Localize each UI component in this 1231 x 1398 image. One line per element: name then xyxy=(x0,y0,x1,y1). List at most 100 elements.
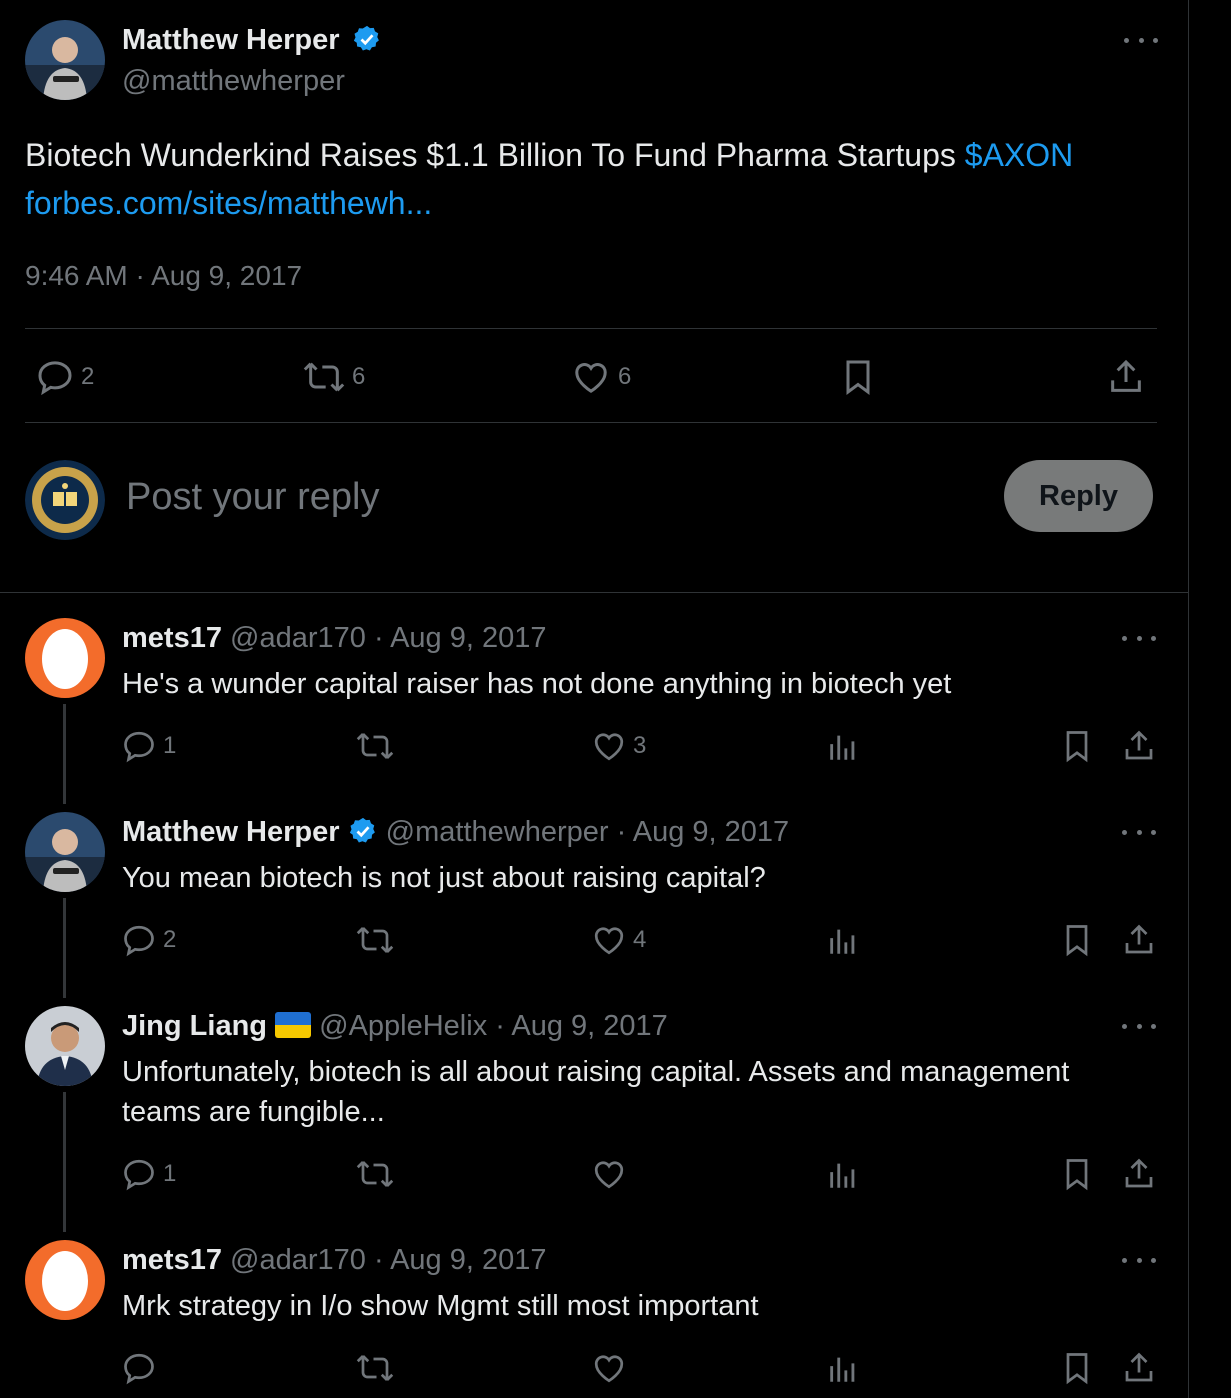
like-count: 6 xyxy=(618,363,632,390)
author-name[interactable]: Matthew Herper xyxy=(122,24,340,56)
retweet-action[interactable] xyxy=(355,728,395,764)
reply-date[interactable]: · Aug 9, 2017 xyxy=(617,816,790,848)
bookmark-action[interactable] xyxy=(1059,1156,1095,1192)
reply-count: 1 xyxy=(163,732,177,759)
views-action[interactable] xyxy=(826,730,860,764)
reply-icon xyxy=(38,361,72,396)
divider xyxy=(25,328,1157,329)
views-action[interactable] xyxy=(826,1158,860,1192)
views-action[interactable] xyxy=(826,924,860,958)
more-options-icon[interactable] xyxy=(1122,633,1156,643)
column-border xyxy=(1188,0,1189,1398)
reply-author-name[interactable]: Jing Liang xyxy=(122,1010,267,1042)
share-action[interactable] xyxy=(1121,728,1157,764)
retweet-action[interactable] xyxy=(355,922,395,958)
like-count: 4 xyxy=(633,926,647,953)
reply-author-name[interactable]: mets17 xyxy=(122,622,222,654)
thread-line xyxy=(63,1092,66,1232)
reply-avatar[interactable] xyxy=(25,1006,105,1086)
reply-count: 1 xyxy=(163,1160,177,1187)
reply-action[interactable]: 2 xyxy=(121,922,176,958)
like-action[interactable]: 6 xyxy=(570,357,631,397)
heart-icon xyxy=(594,927,624,955)
divider xyxy=(25,422,1157,423)
share-action[interactable] xyxy=(1106,357,1146,397)
views-action[interactable] xyxy=(826,1352,860,1386)
share-action[interactable] xyxy=(1121,1350,1157,1386)
reply-input[interactable]: Post your reply xyxy=(126,472,379,522)
share-action[interactable] xyxy=(1121,1156,1157,1192)
share-icon xyxy=(1125,730,1153,760)
reply-icon xyxy=(124,925,154,957)
bookmark-action[interactable] xyxy=(838,357,878,397)
retweet-action[interactable] xyxy=(355,1350,395,1386)
tweet-text: Biotech Wunderkind Raises $1.1 Billion T… xyxy=(25,137,956,173)
reply-icon xyxy=(124,731,154,763)
retweet-action[interactable] xyxy=(355,1156,395,1192)
retweet-icon xyxy=(356,733,394,759)
reply-action[interactable]: 2 xyxy=(35,357,94,397)
reply-action[interactable]: 1 xyxy=(121,1156,176,1192)
reply-action[interactable]: 1 xyxy=(121,728,176,764)
views-icon xyxy=(830,735,855,760)
reply-author-handle[interactable]: @adar170 xyxy=(230,1244,366,1276)
bookmark-icon xyxy=(846,360,870,395)
like-action[interactable] xyxy=(591,1350,633,1386)
reply-text: He's a wunder capital raiser has not don… xyxy=(122,668,952,700)
reply-button[interactable]: Reply xyxy=(1004,460,1153,532)
share-action[interactable] xyxy=(1121,922,1157,958)
reply-author-name[interactable]: Matthew Herper xyxy=(122,816,340,848)
share-icon xyxy=(1125,1352,1153,1382)
article-link[interactable]: forbes.com/sites/matthewh... xyxy=(25,185,432,221)
heart-icon xyxy=(594,1161,624,1189)
more-options-icon[interactable] xyxy=(1122,1021,1156,1031)
ukraine-flag-icon xyxy=(275,1012,312,1039)
reply-text: teams are fungible... xyxy=(122,1096,385,1128)
thread-line xyxy=(63,704,66,804)
reply-date[interactable]: · Aug 9, 2017 xyxy=(495,1010,668,1042)
bookmark-icon xyxy=(1066,1159,1088,1191)
bookmark-icon xyxy=(1066,1353,1088,1385)
reply-author-handle[interactable]: @matthewherper xyxy=(386,816,609,848)
cashtag-link[interactable]: $AXON xyxy=(965,137,1073,173)
more-options-icon[interactable] xyxy=(1122,1255,1156,1265)
retweet-icon xyxy=(356,1355,394,1381)
like-action[interactable]: 3 xyxy=(591,728,646,764)
reply-avatar[interactable] xyxy=(25,618,105,698)
bookmark-action[interactable] xyxy=(1059,728,1095,764)
share-icon xyxy=(1111,359,1141,392)
verified-badge-icon xyxy=(353,26,379,51)
heart-icon xyxy=(575,363,607,393)
retweet-action[interactable]: 6 xyxy=(302,357,365,397)
bookmark-action[interactable] xyxy=(1059,1350,1095,1386)
retweet-count: 6 xyxy=(352,363,366,390)
reply-icon xyxy=(124,1353,154,1385)
reply-avatar[interactable] xyxy=(25,812,105,892)
views-icon xyxy=(830,1163,855,1188)
reply-count: 2 xyxy=(81,363,95,390)
reply-date[interactable]: · Aug 9, 2017 xyxy=(374,1244,547,1276)
reply-text: Mrk strategy in I/o show Mgmt still most… xyxy=(122,1290,759,1322)
author-avatar[interactable] xyxy=(25,20,105,100)
like-action[interactable] xyxy=(591,1156,633,1192)
like-action[interactable]: 4 xyxy=(591,922,646,958)
reply-avatar[interactable] xyxy=(25,1240,105,1320)
reply-author-name[interactable]: mets17 xyxy=(122,1244,222,1276)
reply-author-handle[interactable]: @AppleHelix xyxy=(319,1010,487,1042)
current-user-avatar[interactable] xyxy=(25,460,105,540)
reply-date[interactable]: · Aug 9, 2017 xyxy=(374,622,547,654)
heart-icon xyxy=(594,1355,624,1383)
reply-action[interactable] xyxy=(121,1350,163,1386)
bookmark-icon xyxy=(1066,731,1088,763)
thread-line xyxy=(63,898,66,998)
retweet-icon xyxy=(303,362,345,392)
author-handle[interactable]: @matthewherper xyxy=(122,63,345,99)
more-options-icon[interactable] xyxy=(1122,827,1156,837)
reply-author-handle[interactable]: @adar170 xyxy=(230,622,366,654)
share-icon xyxy=(1125,924,1153,954)
views-icon xyxy=(830,929,855,954)
bookmark-action[interactable] xyxy=(1059,922,1095,958)
heart-icon xyxy=(594,733,624,761)
more-options-icon[interactable] xyxy=(1124,35,1158,45)
tweet-timestamp[interactable]: 9:46 AM · Aug 9, 2017 xyxy=(25,258,302,294)
